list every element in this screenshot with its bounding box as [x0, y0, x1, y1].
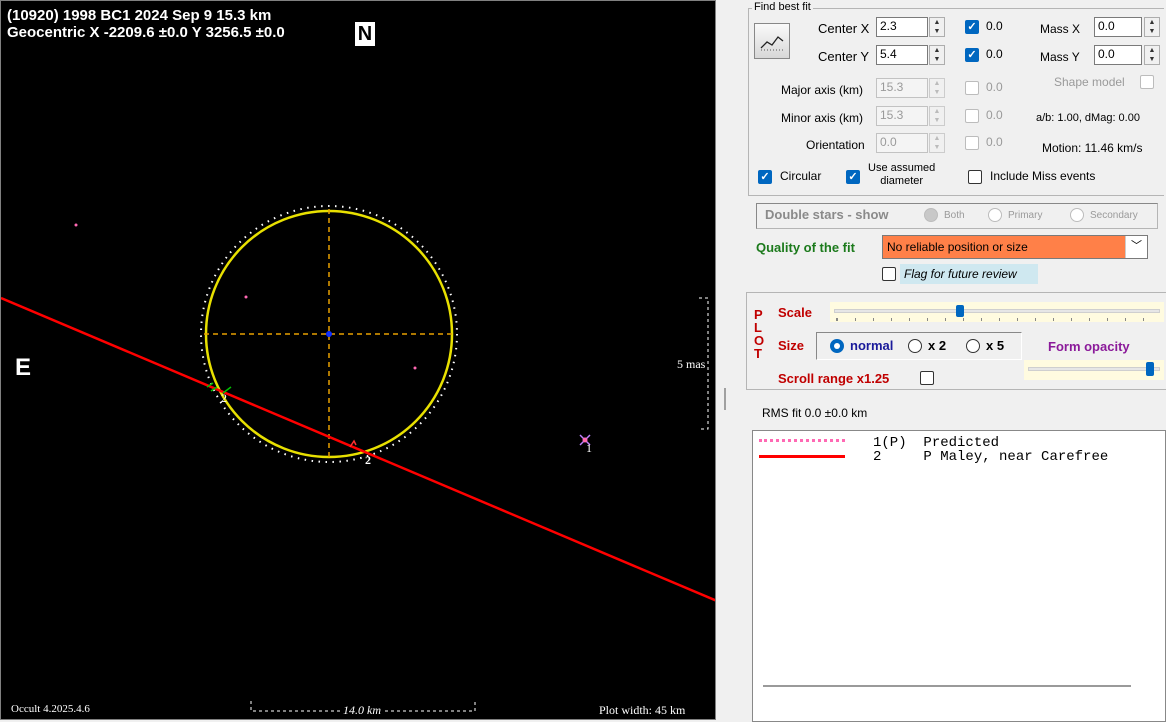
legend-list[interactable]: 1(P) Predicted 2 P Maley, near Carefree — [752, 430, 1166, 722]
mass-x-label: Mass X — [1040, 22, 1081, 36]
double-stars-title: Double stars - show — [765, 207, 889, 222]
scale-label: Scale — [778, 305, 812, 320]
center-y-label: Center Y — [818, 49, 870, 64]
observer-chord — [1, 296, 715, 602]
shape-model-checkbox[interactable] — [1140, 75, 1154, 89]
minor-axis-checkbox[interactable] — [965, 109, 979, 123]
orientation-checkbox[interactable] — [965, 136, 979, 150]
orientation-spinner[interactable]: ▲ ▼ — [929, 133, 945, 153]
plot-area[interactable]: (10920) 1998 BC1 2024 Sep 9 15.3 km Geoc… — [0, 0, 716, 720]
control-panel: Find best fit Center X 2.3 ▲ ▼ ✓ 0.0 Mass… — [744, 0, 1166, 722]
center-y-checkbox[interactable]: ✓ — [965, 48, 979, 62]
center-marker — [326, 331, 332, 337]
flag-review-label: Flag for future review — [900, 264, 1038, 284]
fit-button[interactable] — [754, 23, 790, 59]
scroll-range-label: Scroll range x1.25 — [778, 371, 890, 386]
opacity-slider-thumb[interactable] — [1146, 362, 1154, 376]
scroll-range-checkbox[interactable] — [920, 371, 934, 385]
east-indicator: E — [15, 354, 32, 381]
size-normal-radio[interactable] — [830, 339, 844, 353]
mass-x-input[interactable]: 0.0 — [1094, 17, 1142, 37]
ds-primary-label: Primary — [1008, 210, 1043, 221]
opacity-slider[interactable] — [1024, 360, 1164, 380]
ds-secondary-radio[interactable] — [1070, 208, 1084, 222]
minor-axis-spinner[interactable]: ▲ ▼ — [929, 106, 945, 126]
major-axis-spinner[interactable]: ▲ ▼ — [929, 78, 945, 98]
ds-both-label: Both — [944, 210, 965, 221]
major-axis-input[interactable]: 15.3 — [876, 78, 928, 98]
center-x-checkbox[interactable]: ✓ — [965, 20, 979, 34]
predicted-dot — [74, 223, 78, 227]
legend-item-observer: 2 P Maley, near Carefree — [873, 449, 1109, 465]
orientation-step: 0.0 — [986, 135, 1003, 149]
center-x-step: 0.0 — [986, 19, 1003, 33]
mas-scale-label: 5 mas — [677, 357, 706, 371]
ds-both-radio[interactable] — [924, 208, 938, 222]
include-miss-label: Include Miss events — [990, 169, 1096, 183]
quality-label: Quality of the fit — [756, 240, 855, 255]
center-y-spinner[interactable]: ▲ ▼ — [929, 45, 945, 65]
quality-select[interactable]: No reliable position or size ﹀ — [882, 235, 1148, 259]
center-y-step: 0.0 — [986, 47, 1003, 61]
ds-primary-radio[interactable] — [988, 208, 1002, 222]
include-miss-checkbox[interactable] — [968, 170, 982, 184]
chevron-down-icon[interactable]: ﹀ — [1125, 236, 1147, 258]
center-x-label: Center X — [818, 21, 870, 36]
use-assumed-diameter-label: Use assumed diameter — [868, 162, 936, 187]
plot-title: (10920) 1998 BC1 2024 Sep 9 15.3 km — [7, 7, 272, 24]
predicted-dot — [413, 366, 417, 370]
rms-fit-readout: RMS fit 0.0 ±0.0 km — [762, 406, 868, 420]
mass-y-label: Mass Y — [1040, 50, 1080, 64]
shape-model-label: Shape model — [1054, 75, 1125, 89]
ds-secondary-label: Secondary — [1090, 210, 1138, 221]
major-axis-checkbox[interactable] — [965, 81, 979, 95]
size-x2-label: x 2 — [928, 338, 947, 353]
flag-review-checkbox[interactable] — [882, 267, 896, 281]
find-best-fit-title: Find best fit — [752, 1, 813, 13]
chord-label: 2 — [365, 453, 371, 467]
minor-axis-step: 0.0 — [986, 108, 1003, 122]
mass-y-spinner[interactable]: ▲ ▼ — [1144, 45, 1160, 65]
north-indicator: N — [355, 22, 375, 46]
size-normal-label: normal — [850, 338, 894, 353]
scale-slider[interactable] — [830, 302, 1164, 322]
circular-label: Circular — [780, 169, 822, 183]
mass-x-spinner[interactable]: ▲ ▼ — [1144, 17, 1160, 37]
scale-slider-thumb[interactable] — [956, 305, 964, 317]
legend-scrollbar[interactable] — [763, 685, 1131, 687]
size-x5-label: x 5 — [986, 338, 1005, 353]
predicted-legend-swatch — [759, 439, 845, 442]
minor-axis-label: Minor axis (km) — [781, 111, 864, 125]
major-axis-step: 0.0 — [986, 80, 1003, 94]
plot-width-label: Plot width: 45 km — [599, 703, 686, 717]
ab-dmag-readout: a/b: 1.00, dMag: 0.00 — [1036, 112, 1140, 124]
center-x-spinner[interactable]: ▲ ▼ — [929, 17, 945, 37]
circular-checkbox[interactable]: ✓ — [758, 170, 772, 184]
size-label: Size — [778, 338, 805, 353]
size-x5-radio[interactable] — [966, 339, 980, 353]
splitter-handle[interactable] — [724, 388, 726, 410]
plot-vertical-label: PLOT — [754, 307, 765, 361]
size-x2-radio[interactable] — [908, 339, 922, 353]
center-y-input[interactable]: 5.4 — [876, 45, 928, 65]
observer-legend-swatch — [759, 455, 845, 458]
major-axis-label: Major axis (km) — [781, 83, 864, 97]
form-opacity-label: Form opacity — [1048, 339, 1130, 354]
motion-readout: Motion: 11.46 km/s — [1042, 141, 1143, 155]
version-label: Occult 4.2025.4.6 — [11, 703, 90, 715]
geocentric-coords: Geocentric X -2209.6 ±0.0 Y 3256.5 ±0.0 — [7, 24, 285, 41]
fit-chart-icon — [760, 36, 784, 51]
minor-axis-input[interactable]: 15.3 — [876, 106, 928, 126]
use-assumed-diameter-checkbox[interactable]: ✓ — [846, 170, 860, 184]
center-x-input[interactable]: 2.3 — [876, 17, 928, 37]
orientation-label: Orientation — [806, 138, 865, 152]
orientation-input[interactable]: 0.0 — [876, 133, 928, 153]
quality-value: No reliable position or size — [887, 240, 1028, 254]
km-scale-label: 14.0 km — [340, 703, 384, 718]
plot-canvas — [1, 205, 715, 712]
mass-y-input[interactable]: 0.0 — [1094, 45, 1142, 65]
star-label: 1 — [586, 441, 592, 455]
predicted-dot — [244, 295, 248, 299]
chord-label: 2 — [221, 391, 227, 405]
